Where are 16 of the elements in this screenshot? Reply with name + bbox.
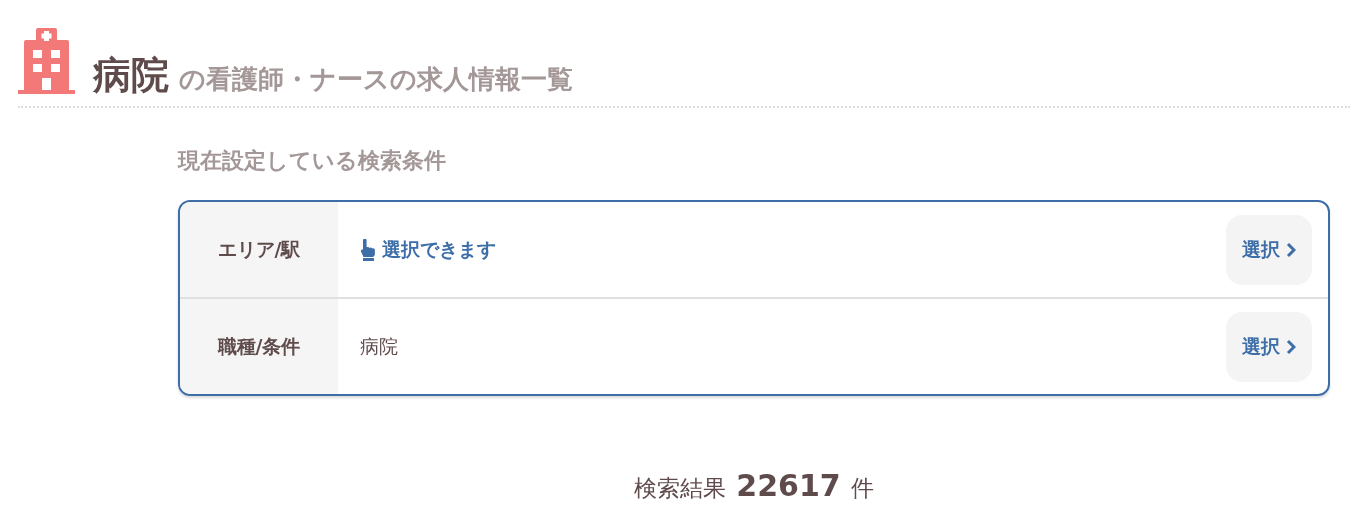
- select-button[interactable]: 選択: [1226, 311, 1312, 382]
- section-heading: 現在設定している検索条件: [178, 147, 447, 175]
- result-count: 22617: [736, 468, 841, 503]
- select-prompt-link[interactable]: 選択できます: [382, 236, 496, 263]
- select-button[interactable]: 選択: [1226, 214, 1312, 285]
- row-label: 職種/条件: [217, 333, 301, 359]
- chevron-right-icon: [1286, 241, 1296, 258]
- hospital-icon: [18, 28, 75, 94]
- chevron-right-icon: [1286, 338, 1296, 355]
- page-title: 病院: [93, 56, 169, 94]
- result-unit: 件: [850, 474, 874, 503]
- row-value: 病院: [360, 333, 398, 359]
- result-label: 検索結果: [634, 474, 727, 503]
- pointing-hand-icon: [360, 238, 376, 261]
- page-subtitle: の看護師・ナースの求人情報一覧: [179, 66, 573, 94]
- row-label: エリア/駅: [217, 236, 301, 262]
